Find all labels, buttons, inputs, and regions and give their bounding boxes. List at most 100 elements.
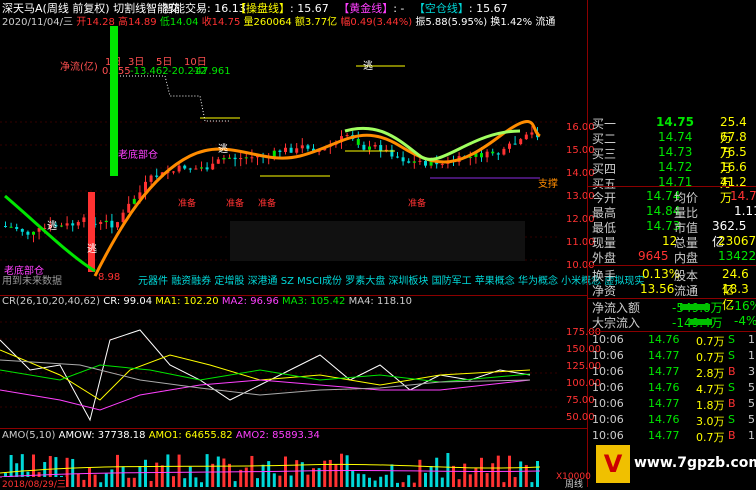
candle-body xyxy=(222,158,226,160)
amo-bar xyxy=(244,467,248,487)
escape-marker: 逃 xyxy=(47,221,57,232)
concept-tag[interactable]: 苹果概念 xyxy=(475,276,515,287)
concept-tag[interactable]: 罗素大盘 xyxy=(345,276,385,287)
candle-body xyxy=(519,139,523,145)
prepare-label: 准备 xyxy=(258,199,277,209)
candle-body xyxy=(524,134,528,140)
tick-time: 10:06 xyxy=(592,429,624,442)
candle-body xyxy=(278,150,282,152)
candle-body xyxy=(132,198,136,204)
candle-body xyxy=(440,163,444,165)
amo-bar xyxy=(88,467,91,487)
candle-body xyxy=(88,192,95,272)
concept-tag[interactable]: 深圳板块 xyxy=(388,276,428,287)
amo-bar xyxy=(278,475,282,487)
concept-tag[interactable]: 融资融券 xyxy=(171,276,211,287)
stat-label: 净资 xyxy=(592,284,617,298)
candlestick-chart[interactable] xyxy=(0,26,588,296)
tick-time: 10:06 xyxy=(592,413,624,426)
escape-marker: 逃 xyxy=(218,144,228,155)
candle-body xyxy=(373,145,377,147)
cr-legend: CR(26,10,20,40,62) CR: 99.04 MA1: 102.20… xyxy=(2,296,412,307)
tick-side: B xyxy=(728,429,736,442)
tick-count: 5 xyxy=(748,413,755,426)
watermark-text: www.7gpzb.com xyxy=(634,455,756,471)
candle-body xyxy=(15,227,19,229)
panel-divider xyxy=(588,331,756,332)
tick-time: 10:06 xyxy=(592,381,624,394)
panel-divider[interactable] xyxy=(0,428,588,429)
candle-body xyxy=(71,223,75,226)
amo-bar xyxy=(166,454,170,487)
candle-body xyxy=(4,226,7,227)
amo-bar xyxy=(457,479,461,487)
concept-tag[interactable]: 元器件 xyxy=(138,276,168,287)
bid-row[interactable]: 买一 14.75 25.4万 xyxy=(588,115,756,145)
tick-price: 14.77 xyxy=(648,365,680,378)
candle-body xyxy=(300,145,304,149)
candle-body xyxy=(121,212,125,223)
candle-body xyxy=(424,160,427,166)
amo-bar xyxy=(396,482,399,487)
candle-body xyxy=(99,222,103,224)
concept-tag[interactable]: SZ MSCI成份 xyxy=(281,276,342,287)
amo-bar xyxy=(116,454,119,487)
tick-time: 10:06 xyxy=(592,333,624,346)
amo-bar xyxy=(239,469,243,487)
amo-bar xyxy=(71,458,75,487)
amo-bar xyxy=(524,465,528,487)
candle-body xyxy=(272,150,276,157)
candle-body xyxy=(200,167,203,169)
bid-row[interactable]: 买四 14.72 16.6万 xyxy=(588,160,756,190)
concept-tag[interactable]: 深港通 xyxy=(248,276,278,287)
tick-row: 10:06 14.76 4.7万 S 5 xyxy=(588,381,756,397)
concept-tag[interactable]: 华为概念 xyxy=(518,276,558,287)
candle-body xyxy=(480,153,483,158)
concept-tag[interactable]: 国防军工 xyxy=(432,276,472,287)
bid-price: 14.72 xyxy=(658,160,693,174)
panel-divider xyxy=(588,186,756,187)
watermark-logo: V xyxy=(596,445,630,483)
bid-price: 14.74 xyxy=(658,130,693,144)
candle-body xyxy=(9,226,13,228)
amo-bar xyxy=(407,475,411,487)
candle-body xyxy=(502,148,506,155)
amo-bar xyxy=(390,464,394,487)
tick-count: 1 xyxy=(748,429,755,442)
amo-chart[interactable] xyxy=(0,443,588,487)
candle-body xyxy=(379,145,383,152)
amo-bar xyxy=(222,458,226,487)
moving-average-line xyxy=(344,126,521,161)
period-flag: 周线 xyxy=(565,480,584,490)
stat-row: 外盘 9645 内盘 13422 xyxy=(588,249,756,265)
flow-row: 大宗流入-149.4万-4% xyxy=(588,314,756,330)
cr-title[interactable]: CR(26,10,20,40,62) xyxy=(2,296,100,307)
amo-amow: AMOW: 37738.18 xyxy=(58,430,146,441)
amo-bar xyxy=(104,473,108,487)
candle-body xyxy=(32,231,35,235)
amo-bar xyxy=(362,474,366,487)
candle-body xyxy=(233,157,237,160)
candle-body xyxy=(188,168,192,170)
cr-ma1: MA1: 102.20 xyxy=(155,296,219,307)
concept-tag[interactable]: 定增股 xyxy=(214,276,244,287)
candle-body xyxy=(368,146,371,150)
stat-row: 换手 0.13% 股本 24.6亿 xyxy=(588,267,756,297)
bid-row[interactable]: 买三 14.73 76.5万 xyxy=(588,145,756,175)
bid-row[interactable]: 买二 14.74 67.8万 xyxy=(588,130,756,160)
amo-bar xyxy=(424,472,427,487)
tick-count: 1 xyxy=(748,333,755,346)
amo-bar xyxy=(368,477,371,487)
cr-chart[interactable] xyxy=(0,310,588,428)
tick-row: 10:06 14.76 3.0万 S 5 xyxy=(588,413,756,429)
candle-body xyxy=(82,217,86,222)
candle-body xyxy=(205,167,209,170)
candle-body xyxy=(356,139,360,145)
tick-price: 14.76 xyxy=(648,333,680,346)
tick-row: 10:06 14.77 0.7万 B 1 xyxy=(588,429,756,445)
candle-body xyxy=(239,157,243,160)
candle-body xyxy=(76,221,80,226)
amo-title[interactable]: AMO(5,10) xyxy=(2,430,55,441)
amo-bar xyxy=(99,482,103,487)
flow-label: 大宗流入 xyxy=(592,316,641,330)
